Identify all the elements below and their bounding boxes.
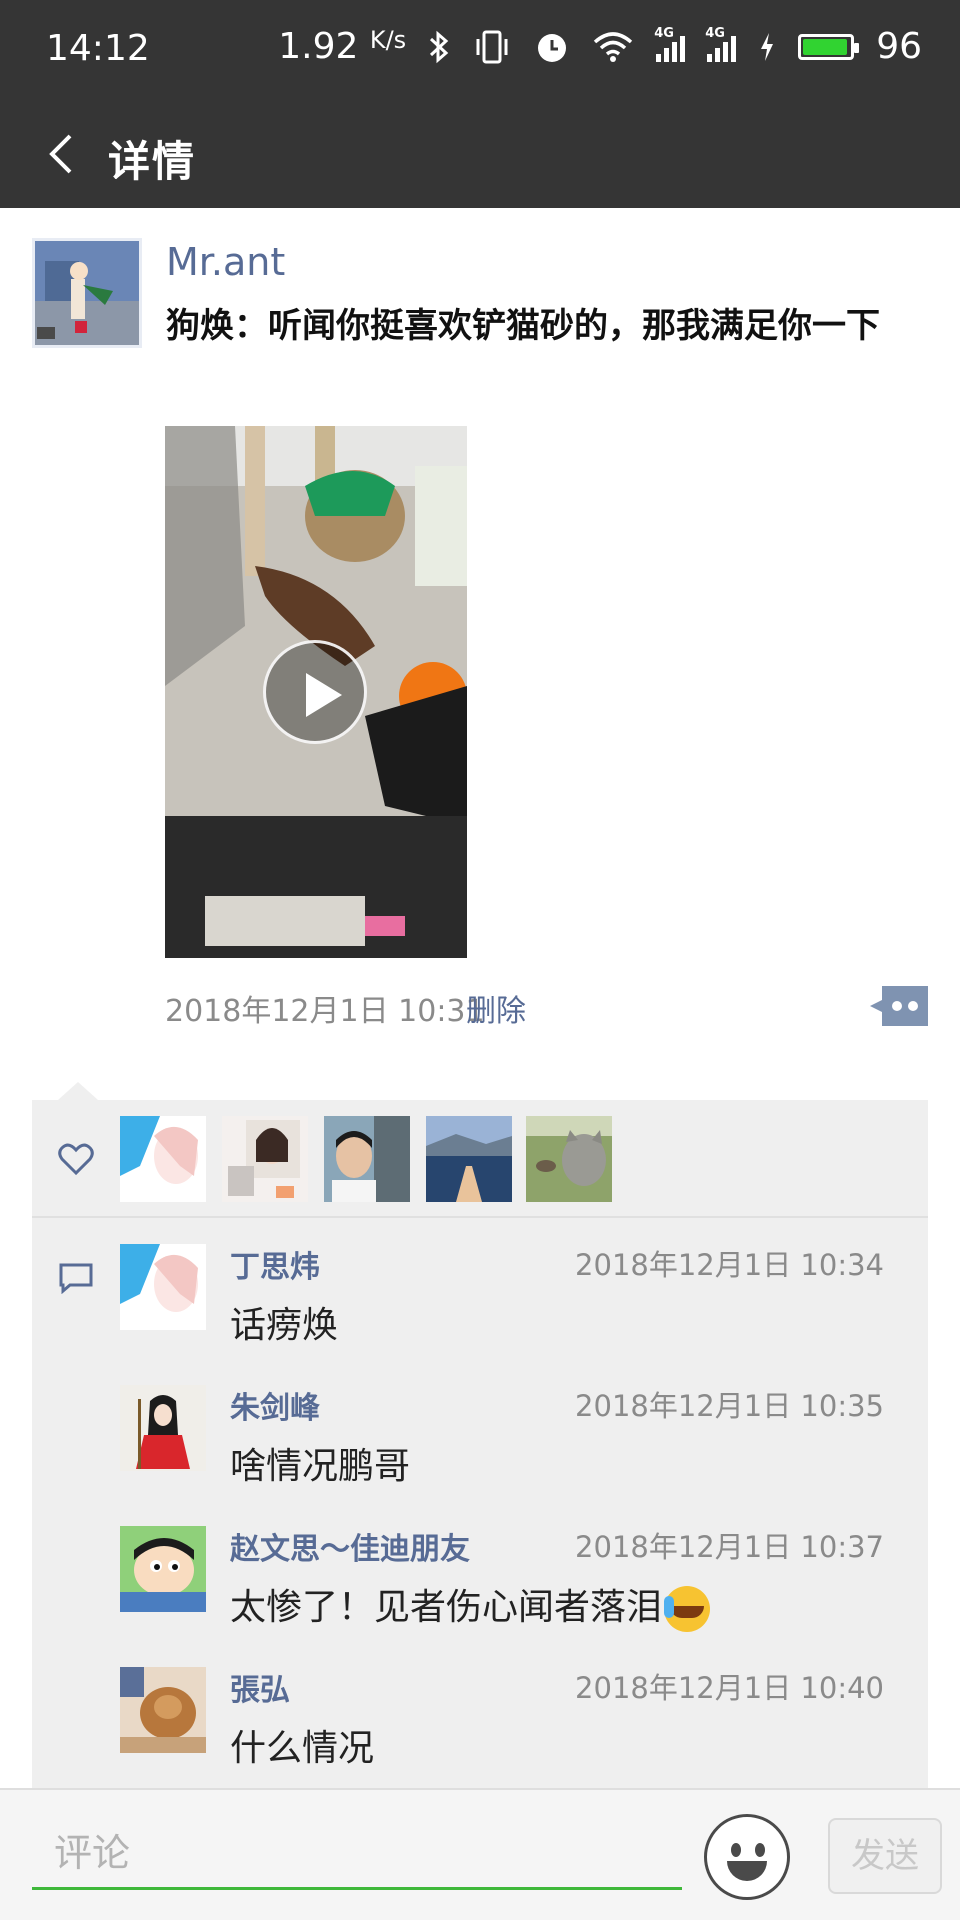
smiley-icon[interactable] — [704, 1814, 790, 1900]
commenter-avatar[interactable] — [120, 1244, 206, 1330]
comment-time: 2018年12月1日 10:37 — [575, 1530, 884, 1564]
smiley-mouth — [727, 1861, 767, 1881]
heart-icon — [58, 1143, 94, 1176]
smiley-eye — [731, 1843, 741, 1857]
like-avatar[interactable] — [222, 1116, 308, 1202]
charging-icon — [761, 32, 774, 61]
comment-time: 2018年12月1日 10:40 — [575, 1671, 884, 1705]
commenter-name[interactable]: 張弘 — [230, 1665, 290, 1709]
net-speed: 1.92 K/s — [278, 26, 406, 67]
net-speed-value: 1.92 — [278, 26, 359, 67]
status-icons: 1.92 K/s 4G 4G 96 — [278, 26, 922, 68]
vibrate-icon — [476, 30, 508, 63]
post-author-name[interactable]: Mr.ant — [166, 240, 285, 284]
comment-icon — [59, 1263, 93, 1294]
signal-label: 4G — [654, 25, 674, 41]
status-bar: 14:12 1.92 K/s 4G 4G 96 — [0, 0, 960, 100]
title-bar: 详情 — [0, 100, 960, 208]
alarm-icon — [538, 33, 567, 62]
comment-input-bar: 发送 — [0, 1788, 960, 1920]
commenter-name[interactable]: 朱剑峰 — [230, 1383, 320, 1427]
wifi-icon — [594, 31, 633, 62]
battery-fill — [803, 38, 848, 55]
comment-item: 丁思炜 2018年12月1日 10:34 话痨焕 — [120, 1244, 920, 1374]
smiley-eye — [755, 1843, 765, 1857]
chevron-left-icon[interactable] — [36, 124, 96, 184]
comment-text: 太惨了！见者伤心闻者落泪 — [230, 1578, 711, 1632]
commenter-name[interactable]: 赵文思～佳迪朋友 — [230, 1524, 470, 1568]
net-speed-unit: K/s — [369, 26, 407, 54]
post-timestamp: 2018年12月1日 10:31 — [165, 994, 485, 1029]
comment-text: 话痨焕 — [230, 1305, 339, 1346]
comment-time: 2018年12月1日 10:34 — [575, 1248, 884, 1282]
like-avatar[interactable] — [426, 1116, 512, 1202]
commenter-avatar[interactable] — [120, 1385, 206, 1471]
panel-arrow — [58, 1082, 98, 1100]
commenter-avatar[interactable] — [120, 1667, 206, 1753]
comment-text-content: 太惨了！见者伤心闻者落泪 — [230, 1587, 663, 1628]
bluetooth-icon — [430, 30, 449, 63]
like-avatar[interactable] — [526, 1116, 612, 1202]
like-avatar[interactable] — [324, 1116, 410, 1202]
comment-item: 赵文思～佳迪朋友 2018年12月1日 10:37 太惨了！见者伤心闻者落泪 — [120, 1526, 920, 1656]
post-text: 狗焕：听闻你挺喜欢铲猫砂的，那我满足你一下 — [166, 306, 880, 346]
comment-time: 2018年12月1日 10:35 — [575, 1389, 884, 1423]
video-thumbnail[interactable] — [165, 426, 467, 958]
comment-item: 朱剑峰 2018年12月1日 10:35 啥情况鹏哥 — [120, 1385, 920, 1515]
battery-icon — [798, 33, 860, 60]
send-button[interactable]: 发送 — [828, 1818, 942, 1894]
commenter-name[interactable]: 丁思炜 — [230, 1242, 320, 1286]
crying-laughing-emoji-icon — [664, 1586, 711, 1632]
likes-comments-panel: 丁思炜 2018年12月1日 10:34 话痨焕 朱剑峰 2018年12月1日 … — [32, 1100, 928, 1800]
play-icon[interactable] — [263, 640, 367, 744]
commenter-avatar[interactable] — [120, 1526, 206, 1612]
likes-row — [32, 1100, 928, 1218]
signal-label-2: 4G — [705, 25, 725, 41]
comment-input[interactable] — [32, 1818, 682, 1890]
comment-text: 啥情况鹏哥 — [230, 1446, 411, 1487]
signal-icon: 4G — [654, 26, 686, 62]
like-avatar[interactable] — [120, 1116, 206, 1202]
author-avatar[interactable] — [32, 238, 142, 348]
more-options-icon[interactable] — [870, 986, 928, 1026]
status-time: 14:12 — [46, 28, 150, 69]
battery-percent: 96 — [876, 26, 922, 67]
signal-icon-2: 4G — [705, 26, 737, 62]
page-title: 详情 — [108, 137, 197, 186]
comment-text: 什么情况 — [230, 1728, 375, 1769]
delete-link[interactable]: 删除 — [466, 986, 526, 1030]
comment-item: 張弘 2018年12月1日 10:40 什么情况 — [120, 1667, 920, 1797]
